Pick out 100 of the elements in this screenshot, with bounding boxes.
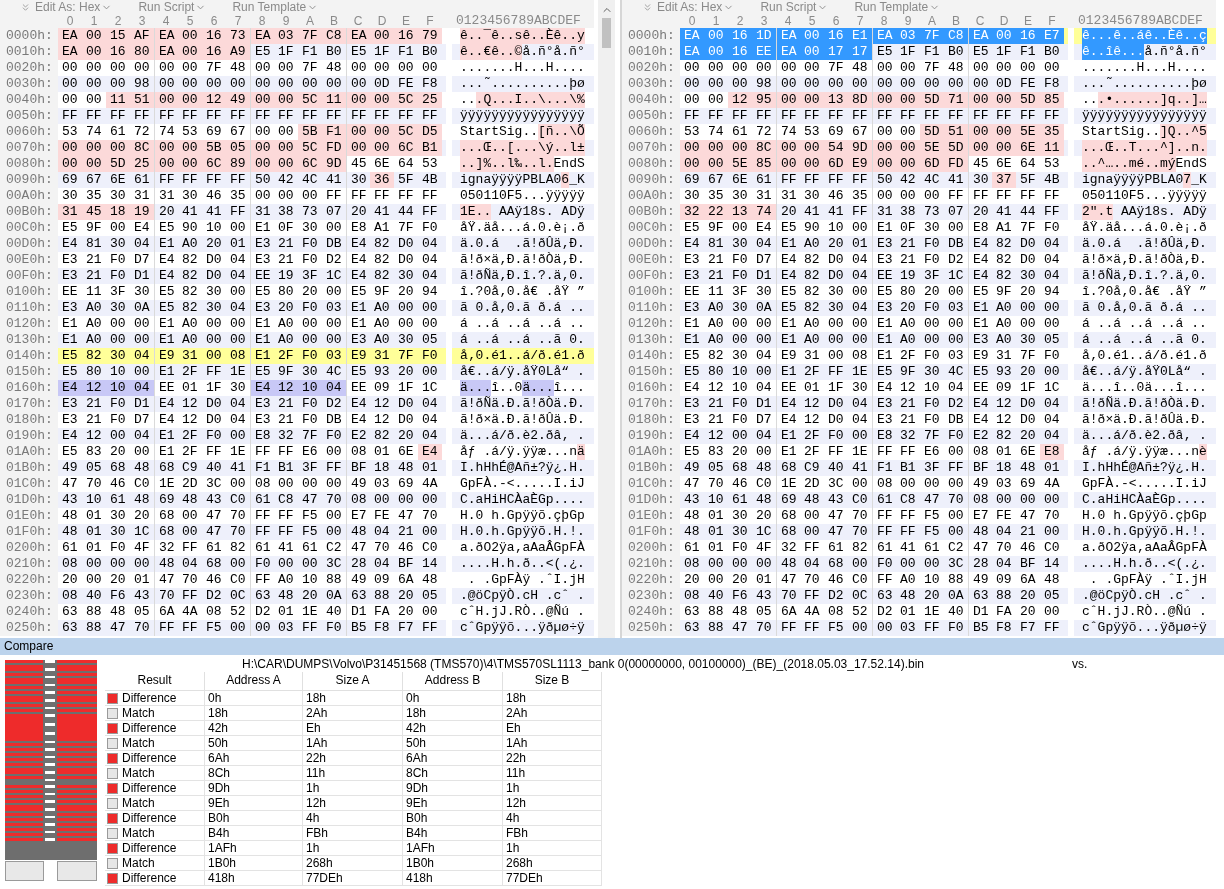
row-offset: 0240h: [622, 604, 680, 620]
row-offset: 0120h: [0, 316, 58, 332]
row-offset: 0050h: [622, 108, 680, 124]
hex-bytes: 69 67 6E 61 FF FF FF FF 50 42 4C 41 30 36 5F 4B [58, 172, 446, 188]
row-offset: 0080h: [622, 156, 680, 172]
hex-bytes: 63 88 47 70 FF FF F5 00 00 03 FF F0 B5 F8 F7 FF [58, 620, 446, 636]
hex-bytes: 32 22 13 74 20 41 41 FF 31 38 73 07 20 41 44 FF [680, 204, 1068, 220]
column-header: F [425, 14, 435, 28]
hex-bytes: FF FF FF FF FF FF FF FF FF FF FF FF FF FF FF FF [680, 108, 1068, 124]
ascii-text: H.0.h.Gpÿÿõ.H.!. [452, 524, 594, 540]
column-header[interactable]: Address A [205, 672, 303, 690]
comparison-map[interactable] [5, 660, 97, 882]
table-cell: FBh [303, 826, 403, 840]
ascii-text: ã!ðÑä.Ð.ã!ðÒä.Ð. [1074, 396, 1216, 412]
ascii-text: á ..á ..á ..ã 0. [1074, 332, 1216, 348]
hex-bytes: 48 01 30 1C 68 00 47 70 FF FF F5 00 48 04 21 00 [58, 524, 446, 540]
hex-bytes: E4 12 00 04 E1 2F F0 00 E8 32 7F F0 E2 82 20 04 [58, 428, 446, 444]
collapse-icon[interactable] [642, 1, 653, 13]
hex-bytes: E3 21 F0 D1 E4 82 D0 04 EE 19 3F 1C E4 82 30 04 [680, 268, 1068, 284]
row-offset: 00E0h: [0, 252, 58, 268]
scrollbar[interactable] [598, 0, 615, 638]
toolbar-menu[interactable]: Run Template [232, 0, 319, 14]
ascii-text: 1E.. AAÿ18s. ADÿ [452, 204, 594, 220]
hex-bytes: 00 00 00 8C 00 00 54 9D 00 00 5E 5D 00 00 6E 11 [680, 140, 1068, 156]
column-header[interactable]: Result [105, 672, 205, 690]
table-cell: Eh [503, 721, 602, 735]
row-offset: 01D0h: [622, 492, 680, 508]
toolbar-menu[interactable]: Run Template [854, 0, 941, 14]
table-cell: 22h [303, 751, 403, 765]
column-header: B [951, 14, 961, 28]
row-offset: 01A0h: [0, 444, 58, 460]
ascii-text: ...Œ..T...^]..n. [1074, 140, 1216, 156]
row-offset: 01C0h: [622, 476, 680, 492]
table-cell: 268h [503, 856, 602, 870]
table-cell: 0h [403, 691, 503, 705]
table-cell: 50h [403, 736, 503, 750]
row-offset: 0010h: [622, 44, 680, 60]
column-header: D [376, 14, 388, 28]
table-cell: 11h [503, 766, 602, 780]
collapse-icon[interactable] [20, 1, 31, 13]
table-cell: 6Ah [403, 751, 503, 765]
toolbar-menu[interactable]: Edit As: Hex [35, 0, 113, 14]
column-header[interactable]: Size B [503, 672, 602, 690]
table-cell: 1B0h [403, 856, 503, 870]
column-header: 7 [233, 14, 243, 28]
row-offset: 00A0h: [0, 188, 58, 204]
column-header: 6 [831, 14, 841, 28]
scrollbar-thumb[interactable] [602, 18, 611, 48]
row-offset: 0220h: [0, 572, 58, 588]
row-offset: 0090h: [622, 172, 680, 188]
toolbar-menu[interactable]: Edit As: Hex [657, 0, 735, 14]
column-header: D [998, 14, 1010, 28]
table-cell: 11h [303, 766, 403, 780]
column-header: 2 [113, 14, 123, 28]
row-offset: 0150h: [0, 364, 58, 380]
table-cell: 8Ch [205, 766, 303, 780]
hex-bytes: FF FF FF FF FF FF FF FF FF FF FF FF FF FF FF FF [58, 108, 446, 124]
row-offset: 0200h: [622, 540, 680, 556]
hex-bytes: 08 00 00 00 48 04 68 00 F0 00 00 3C 28 04 BF 14 [680, 556, 1068, 572]
ascii-text: ã!ðÑä.Ð.ã!ðÒä.Ð. [452, 396, 594, 412]
table-cell: 18h [403, 706, 503, 720]
row-offset: 0140h: [0, 348, 58, 364]
ascii-text: å‚0.é1..á/ð.é1.ð [452, 348, 594, 364]
compare-title-bar: Compare [0, 638, 1224, 655]
table-cell: 2Ah [303, 706, 403, 720]
row-offset: 01C0h: [0, 476, 58, 492]
hex-bytes: 49 05 68 48 68 C9 40 41 F1 B1 3F FF BF 18 48 01 [680, 460, 1068, 476]
row-offset: 01B0h: [622, 460, 680, 476]
column-header[interactable]: Size A [303, 672, 403, 690]
column-header: C [974, 14, 986, 28]
column-header: E [1023, 14, 1033, 28]
ascii-text: cˆGpÿÿõ...ÿðµø÷ÿ [452, 620, 594, 636]
toolbar-menu[interactable]: Run Script [760, 0, 829, 14]
file-path: H:\CAR\DUMPS\Volvo\P31451568 (TMS570)\4\TMS570SL1113_bank 0(00000000, 00100000)_(BE)_(2018.05.03_17.52.14).bin [242, 655, 924, 673]
hex-bytes: E4 81 30 04 E1 A0 20 01 E3 21 F0 DB E4 82 D0 04 [680, 236, 1068, 252]
hex-bytes: EA 00 16 1D EA 00 16 E1 EA 03 7F C8 EA 00 16 E7 [680, 28, 1068, 44]
table-cell: 9Dh [205, 781, 303, 795]
ascii-text: å€..á/ÿ.åŸ0Lå“ . [452, 364, 594, 380]
ascii-text: C.aHiHCÀaÈGp.... [1074, 492, 1216, 508]
table-cell: 1AFh [205, 841, 303, 855]
row-offset: 0040h: [0, 92, 58, 108]
row-offset: 0120h: [622, 316, 680, 332]
column-header: 8 [879, 14, 889, 28]
column-header: B [329, 14, 339, 28]
result-text: Difference [122, 841, 177, 855]
column-header: A [927, 14, 937, 28]
result-text: Match [122, 826, 155, 840]
ascii-text: ...˜..........þø [452, 76, 594, 92]
row-offset: 0200h: [0, 540, 58, 556]
column-header: 1 [89, 14, 99, 28]
toolbar-menu[interactable]: Run Script [138, 0, 207, 14]
table-cell: B4h [403, 826, 503, 840]
column-header[interactable]: Address B [403, 672, 503, 690]
hex-bytes: E5 82 30 04 E9 31 00 08 E1 2F F0 03 E9 31 7F F0 [58, 348, 446, 364]
column-header: A [305, 14, 315, 28]
table-cell: 0h [205, 691, 303, 705]
ascii-text: ã!ðÑä‚Ð.î.?.ä‚0. [452, 268, 594, 284]
hex-bytes: EA 00 16 EE EA 00 17 17 E5 1F F1 B0 E5 1F F1 B0 [680, 44, 1068, 60]
ascii-text: ä...á/ð.è2.ðâ‚ . [1074, 428, 1216, 444]
row-offset: 0090h: [0, 172, 58, 188]
